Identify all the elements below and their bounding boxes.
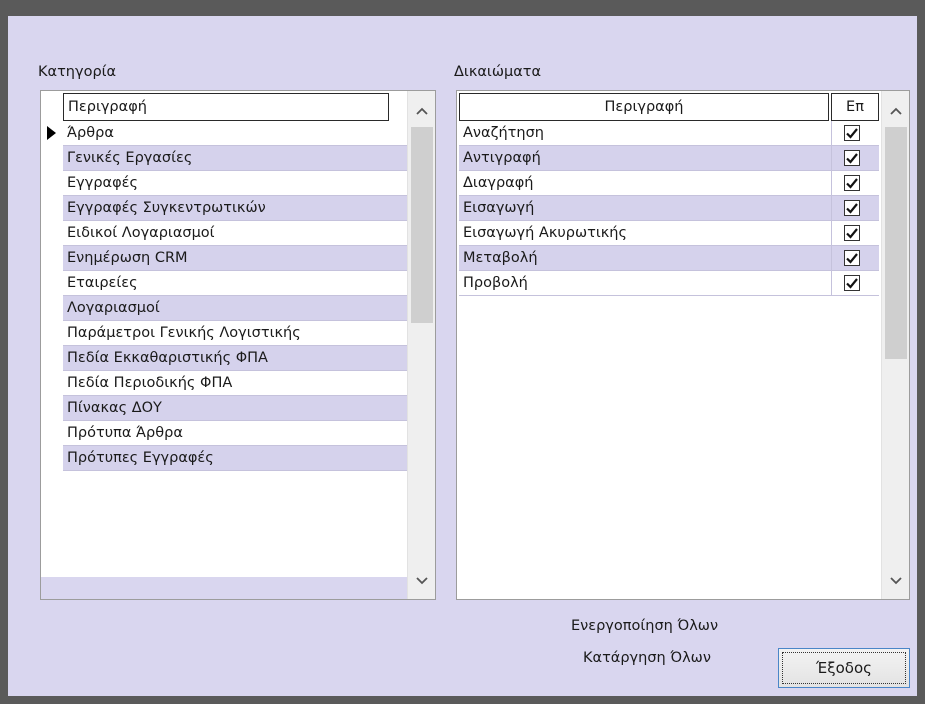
rights-row[interactable]: Μεταβολή: [459, 246, 831, 271]
category-row[interactable]: Πρότυπα Άρθρα: [63, 421, 407, 446]
category-row[interactable]: Εγγραφές Συγκεντρωτικών: [63, 196, 407, 221]
checkmark-icon: [846, 253, 858, 264]
category-grid-footer: [41, 577, 407, 599]
category-header-description[interactable]: Περιγραφή: [63, 93, 389, 121]
chevron-down-icon[interactable]: [882, 569, 909, 593]
category-row[interactable]: Γενικές Εργασίες: [63, 146, 407, 171]
rights-enabled-cell: [831, 121, 879, 146]
rights-enabled-cell: [831, 196, 879, 221]
enable-all-button[interactable]: Ενεργοποίηση Όλων: [571, 618, 718, 634]
rights-scrollbar[interactable]: [881, 91, 909, 599]
category-row[interactable]: Ενημέρωση CRM: [63, 246, 407, 271]
checkmark-icon: [846, 128, 858, 139]
rights-header-enabled[interactable]: Επ: [831, 93, 879, 121]
rights-scroll-thumb[interactable]: [885, 127, 907, 359]
disable-all-button[interactable]: Κατάργηση Όλων: [583, 650, 711, 666]
rights-grid[interactable]: Περιγραφή Επ Αναζήτηση Αντιγραφή Διαγραφή Ε…: [456, 90, 910, 600]
exit-button-focus-rect: [782, 652, 906, 684]
checkmark-icon: [846, 153, 858, 164]
category-row[interactable]: Πίνακας ΔΟΥ: [63, 396, 407, 421]
category-row[interactable]: Πρότυπες Εγγραφές: [63, 446, 407, 471]
triangle-right-icon: [47, 126, 56, 140]
category-row[interactable]: Εγγραφές: [63, 171, 407, 196]
category-label: Κατηγορία: [38, 64, 117, 80]
rights-row[interactable]: Αναζήτηση: [459, 121, 831, 146]
rights-row[interactable]: Προβολή: [459, 271, 831, 296]
exit-button[interactable]: Έξοδος: [778, 648, 910, 688]
category-scrollbar[interactable]: [407, 91, 435, 599]
enabled-checkbox[interactable]: [844, 125, 860, 141]
category-row[interactable]: Παράμετροι Γενικής Λογιστικής: [63, 321, 407, 346]
enabled-checkbox[interactable]: [844, 275, 860, 291]
rights-enabled-cell: [831, 221, 879, 246]
row-selector-gutter: [41, 91, 63, 599]
rights-enabled-cell: [831, 146, 879, 171]
enabled-checkbox[interactable]: [844, 175, 860, 191]
rights-enabled-cell: [831, 171, 879, 196]
category-row[interactable]: Άρθρα: [63, 121, 407, 146]
category-row[interactable]: Πεδία Περιοδικής ΦΠΑ: [63, 371, 407, 396]
chevron-up-icon[interactable]: [882, 99, 909, 123]
checkmark-icon: [846, 178, 858, 189]
rights-row[interactable]: Διαγραφή: [459, 171, 831, 196]
rights-label: Δικαιώματα: [454, 64, 542, 80]
chevron-down-icon[interactable]: [408, 569, 435, 593]
chevron-up-icon[interactable]: [408, 99, 435, 123]
category-row[interactable]: Εταιρείες: [63, 271, 407, 296]
enabled-checkbox[interactable]: [844, 200, 860, 216]
enabled-checkbox[interactable]: [844, 250, 860, 266]
rights-row[interactable]: Εισαγωγή: [459, 196, 831, 221]
rights-enabled-cell: [831, 246, 879, 271]
enabled-checkbox[interactable]: [844, 225, 860, 241]
category-row[interactable]: Ειδικοί Λογαριασμοί: [63, 221, 407, 246]
enabled-checkbox[interactable]: [844, 150, 860, 166]
checkmark-icon: [846, 278, 858, 289]
checkmark-icon: [846, 203, 858, 214]
permissions-window: Κατηγορία Περιγραφή Άρθρα Γενικές Εργασίε…: [0, 0, 925, 704]
checkmark-icon: [846, 228, 858, 239]
rights-header-description[interactable]: Περιγραφή: [459, 93, 829, 121]
rights-row[interactable]: Αντιγραφή: [459, 146, 831, 171]
category-row[interactable]: Πεδία Εκκαθαριστικής ΦΠΑ: [63, 346, 407, 371]
category-scroll-thumb[interactable]: [411, 127, 433, 323]
category-row[interactable]: Λογαριασμοί: [63, 296, 407, 321]
rights-row[interactable]: Εισαγωγή Ακυρωτικής: [459, 221, 831, 246]
category-grid[interactable]: Περιγραφή Άρθρα Γενικές Εργασίες Εγγραφές Ε…: [40, 90, 436, 600]
rights-enabled-cell: [831, 271, 879, 296]
